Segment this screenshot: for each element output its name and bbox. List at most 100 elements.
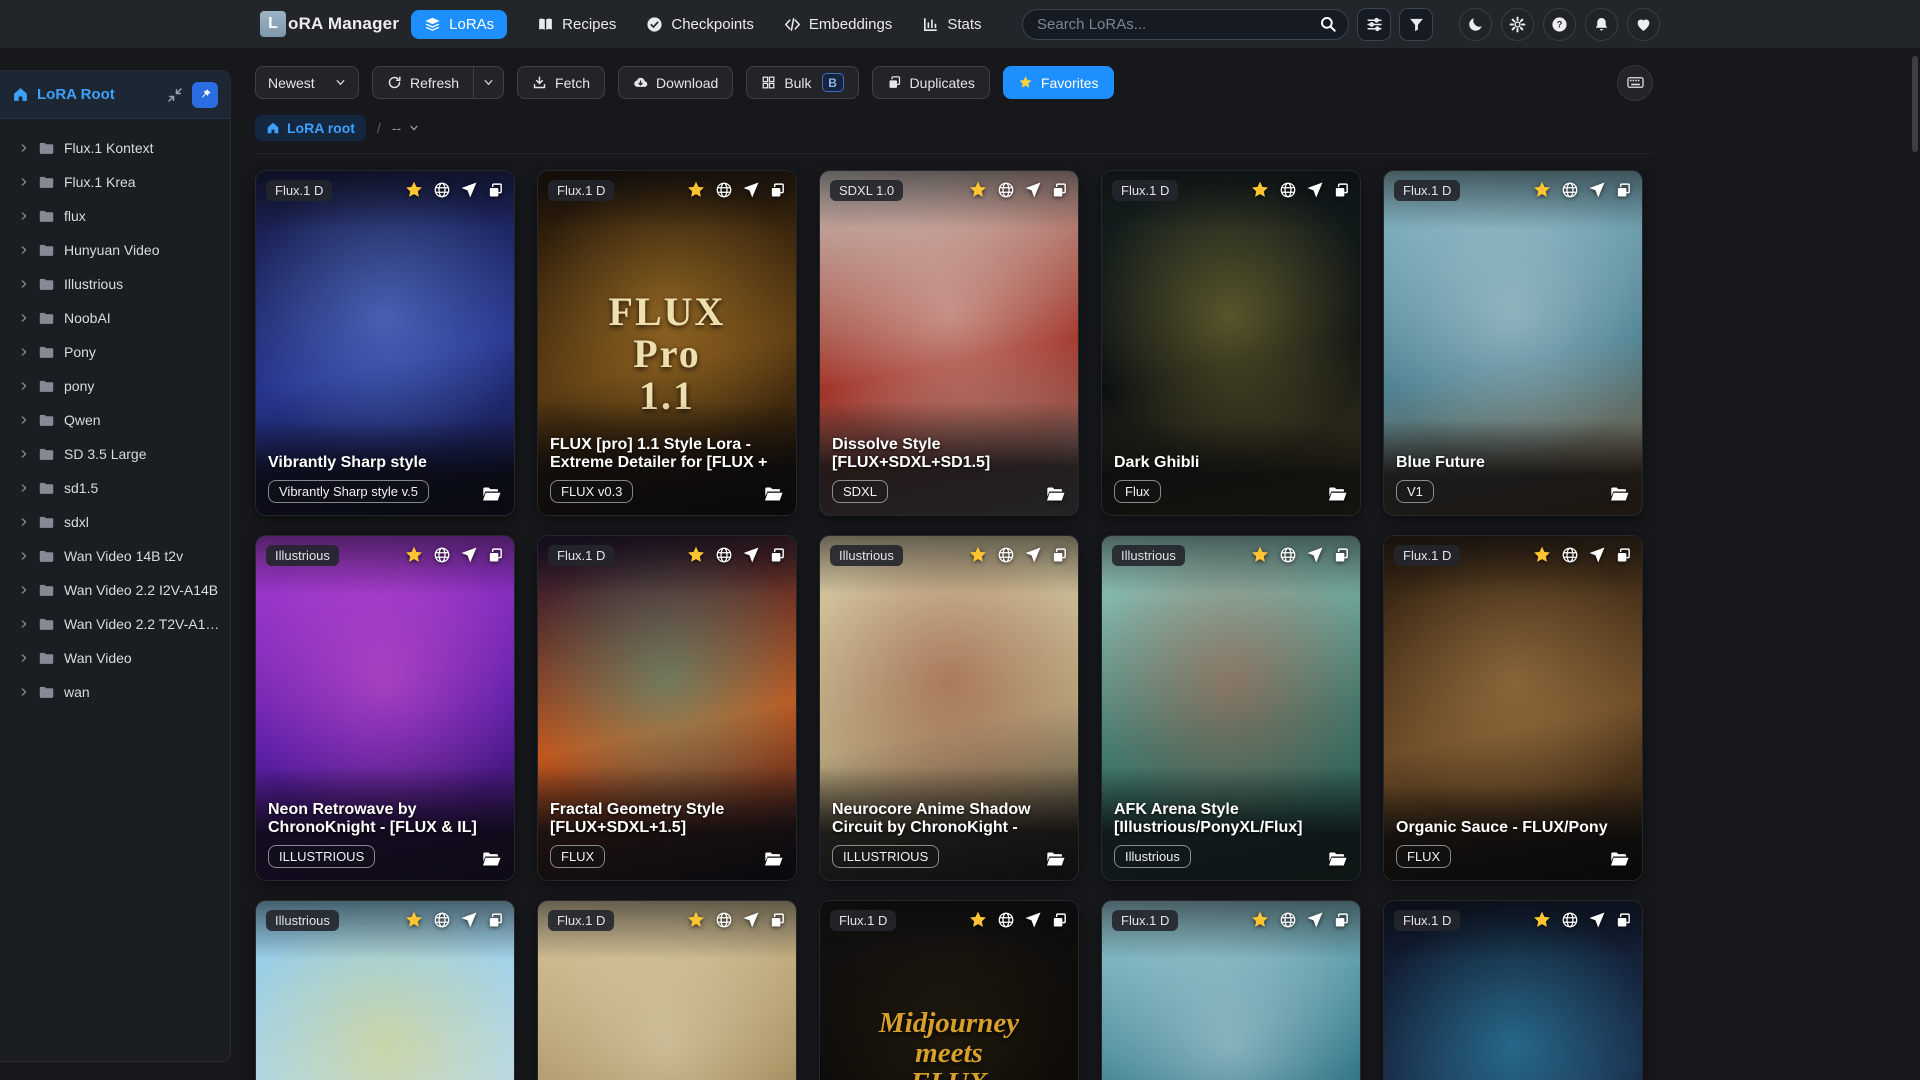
open-folder-icon[interactable]: [481, 485, 502, 503]
favorite-star-icon[interactable]: [686, 910, 706, 930]
copy-icon[interactable]: [1051, 547, 1068, 564]
fetch-button[interactable]: Fetch: [517, 66, 606, 99]
breadcrumb-current-select[interactable]: --: [392, 120, 419, 136]
copy-icon[interactable]: [769, 182, 786, 199]
copy-icon[interactable]: [1051, 912, 1068, 929]
favorite-star-icon[interactable]: [686, 180, 706, 200]
copy-icon[interactable]: [769, 547, 786, 564]
send-to-workflow-icon[interactable]: [742, 181, 760, 199]
civitai-globe-icon[interactable]: [433, 181, 451, 199]
send-to-workflow-icon[interactable]: [742, 546, 760, 564]
sidebar-folder-item[interactable]: sdxl: [0, 505, 230, 539]
chevron-right-icon[interactable]: [19, 483, 29, 493]
sidebar-folder-item[interactable]: Illustrious: [0, 267, 230, 301]
sidebar-folder-item[interactable]: Wan Video: [0, 641, 230, 675]
tab-stats[interactable]: Stats: [922, 10, 982, 39]
copy-icon[interactable]: [1333, 547, 1350, 564]
duplicates-button[interactable]: Duplicates: [871, 66, 990, 99]
copy-icon[interactable]: [1615, 547, 1632, 564]
lora-card[interactable]: Flux.1 D Fractal Geometry Style [FLUX+SD…: [537, 535, 797, 881]
favorite-star-icon[interactable]: [968, 910, 988, 930]
chevron-right-icon[interactable]: [19, 313, 29, 323]
favorite-star-icon[interactable]: [404, 180, 424, 200]
civitai-globe-icon[interactable]: [997, 181, 1015, 199]
send-to-workflow-icon[interactable]: [1588, 546, 1606, 564]
chevron-right-icon[interactable]: [19, 245, 29, 255]
app-logo[interactable]: L oRA Manager: [260, 11, 399, 37]
chevron-right-icon[interactable]: [19, 415, 29, 425]
favorite-star-icon[interactable]: [404, 545, 424, 565]
favorite-star-icon[interactable]: [1532, 545, 1552, 565]
sidebar-folder-item[interactable]: Wan Video 2.2 T2V-A14B: [0, 607, 230, 641]
chevron-right-icon[interactable]: [19, 653, 29, 663]
sidebar-folder-item[interactable]: SD 3.5 Large: [0, 437, 230, 471]
send-to-workflow-icon[interactable]: [460, 181, 478, 199]
copy-icon[interactable]: [487, 547, 504, 564]
copy-icon[interactable]: [1333, 912, 1350, 929]
civitai-globe-icon[interactable]: [1561, 911, 1579, 929]
send-to-workflow-icon[interactable]: [1024, 546, 1042, 564]
civitai-globe-icon[interactable]: [997, 911, 1015, 929]
open-folder-icon[interactable]: [1327, 485, 1348, 503]
civitai-globe-icon[interactable]: [715, 181, 733, 199]
copy-icon[interactable]: [1051, 182, 1068, 199]
keyboard-shortcuts-button[interactable]: [1617, 64, 1653, 101]
chevron-right-icon[interactable]: [19, 619, 29, 629]
sidebar-folder-item[interactable]: Wan Video 14B t2v: [0, 539, 230, 573]
open-folder-icon[interactable]: [763, 850, 784, 868]
lora-card[interactable]: FLUX Pro 1.1 Flux.1 D FLUX [pro] 1.1 Sty…: [537, 170, 797, 516]
favorite-star-icon[interactable]: [686, 545, 706, 565]
filter-sliders-button[interactable]: [1357, 7, 1391, 41]
favorites-nav-button[interactable]: [1627, 7, 1660, 41]
lora-card[interactable]: MidjourneymeetsFLUX Flux.1 D: [819, 900, 1079, 1080]
copy-icon[interactable]: [487, 912, 504, 929]
bulk-button[interactable]: Bulk B: [746, 66, 859, 99]
sidebar-folder-item[interactable]: Qwen: [0, 403, 230, 437]
favorite-star-icon[interactable]: [1532, 910, 1552, 930]
chevron-right-icon[interactable]: [19, 551, 29, 561]
send-to-workflow-icon[interactable]: [1588, 911, 1606, 929]
open-folder-icon[interactable]: [1045, 485, 1066, 503]
civitai-globe-icon[interactable]: [433, 911, 451, 929]
send-to-workflow-icon[interactable]: [460, 546, 478, 564]
send-to-workflow-icon[interactable]: [742, 911, 760, 929]
lora-card[interactable]: Flux.1 D Vibrantly Sharp style Vibrantly…: [255, 170, 515, 516]
search-input[interactable]: [1037, 15, 1319, 33]
tab-checkpoints[interactable]: Checkpoints: [646, 10, 754, 39]
send-to-workflow-icon[interactable]: [1024, 181, 1042, 199]
open-folder-icon[interactable]: [1327, 850, 1348, 868]
open-folder-icon[interactable]: [763, 485, 784, 503]
refresh-button[interactable]: Refresh: [372, 66, 475, 99]
favorite-star-icon[interactable]: [404, 910, 424, 930]
lora-card[interactable]: Flux.1 D: [1101, 900, 1361, 1080]
copy-icon[interactable]: [1615, 912, 1632, 929]
favorite-star-icon[interactable]: [1250, 545, 1270, 565]
copy-icon[interactable]: [487, 182, 504, 199]
send-to-workflow-icon[interactable]: [1306, 911, 1324, 929]
civitai-globe-icon[interactable]: [715, 546, 733, 564]
lora-card[interactable]: Flux.1 D Dark Ghibli Flux: [1101, 170, 1361, 516]
civitai-globe-icon[interactable]: [1561, 546, 1579, 564]
sidebar-folder-item[interactable]: Flux.1 Krea: [0, 165, 230, 199]
civitai-globe-icon[interactable]: [1279, 181, 1297, 199]
chevron-right-icon[interactable]: [19, 517, 29, 527]
sidebar-folder-item[interactable]: pony: [0, 369, 230, 403]
favorite-star-icon[interactable]: [968, 180, 988, 200]
send-to-workflow-icon[interactable]: [1306, 181, 1324, 199]
chevron-right-icon[interactable]: [19, 449, 29, 459]
chevron-right-icon[interactable]: [19, 211, 29, 221]
sidebar-folder-item[interactable]: flux: [0, 199, 230, 233]
sidebar-folder-item[interactable]: Pony: [0, 335, 230, 369]
collapse-all-icon[interactable]: [166, 86, 184, 104]
lora-card[interactable]: Illustrious: [819, 535, 1079, 881]
open-folder-icon[interactable]: [1045, 850, 1066, 868]
chevron-right-icon[interactable]: [19, 347, 29, 357]
lora-card[interactable]: Flux.1 D: [1383, 900, 1643, 1080]
civitai-globe-icon[interactable]: [1279, 546, 1297, 564]
chevron-right-icon[interactable]: [19, 381, 29, 391]
favorite-star-icon[interactable]: [1250, 180, 1270, 200]
sidebar-root-label[interactable]: LoRA Root: [37, 86, 158, 103]
tab-embeddings[interactable]: Embeddings: [784, 10, 892, 39]
civitai-globe-icon[interactable]: [997, 546, 1015, 564]
help-button[interactable]: ?: [1543, 7, 1576, 41]
